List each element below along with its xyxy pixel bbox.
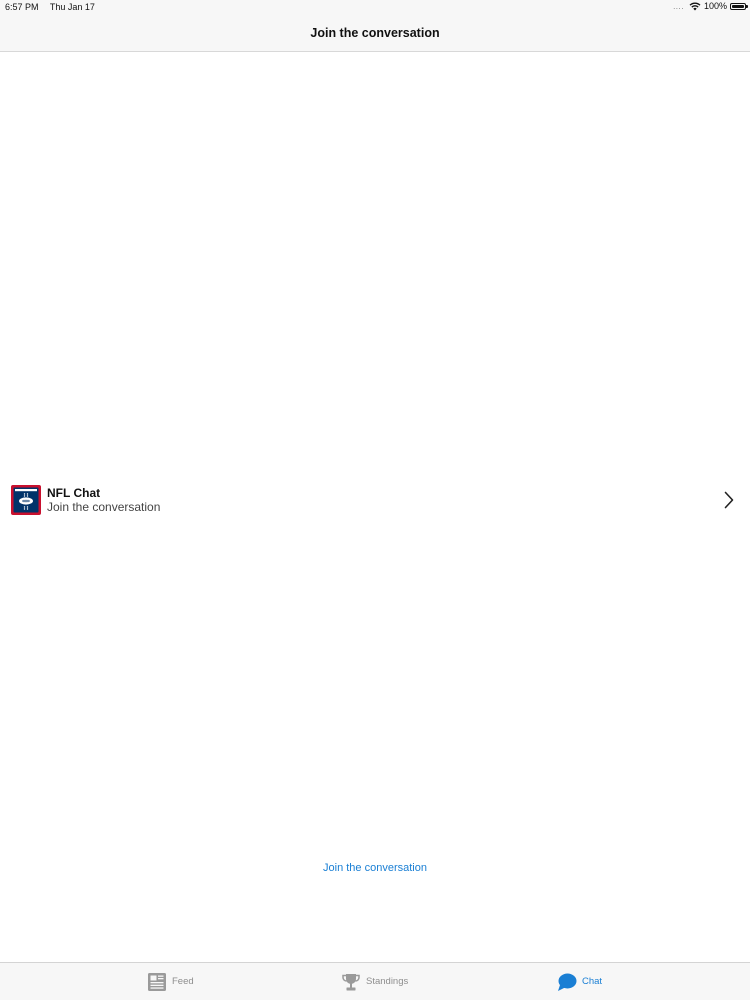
signal-icon: ....	[673, 1, 684, 11]
screen: 6:57 PM Thu Jan 17 .... 100% Join the co…	[0, 0, 750, 1000]
navigation-bar: Join the conversation	[0, 14, 750, 52]
status-bar: 6:57 PM Thu Jan 17 .... 100%	[0, 0, 750, 14]
list-item-title: NFL Chat	[47, 486, 101, 500]
chevron-right-icon	[724, 491, 734, 509]
battery-icon	[730, 2, 748, 10]
status-time: 6:57 PM	[5, 2, 39, 12]
list-item-nfl-chat[interactable]: NFL Chat Join the conversation	[0, 480, 750, 520]
status-left: 6:57 PM Thu Jan 17	[5, 2, 104, 12]
status-right: .... 100%	[673, 1, 748, 11]
tab-chat-label: Chat	[582, 976, 603, 987]
chat-bubble-icon	[558, 973, 577, 991]
newspaper-icon	[148, 972, 166, 991]
wifi-icon	[689, 2, 701, 10]
tab-standings[interactable]: Standings	[341, 963, 408, 1000]
tab-bar: Feed Standings Chat	[0, 962, 750, 1000]
page-title: Join the conversation	[310, 25, 440, 40]
battery-fill	[732, 4, 744, 8]
status-date: Thu Jan 17	[49, 2, 95, 12]
join-conversation-link[interactable]: Join the conversation	[0, 862, 750, 874]
list-item-subtitle: Join the conversation	[47, 500, 161, 514]
tab-chat[interactable]: Chat	[557, 963, 602, 1000]
tab-feed[interactable]: Feed	[147, 963, 194, 1000]
trophy-icon	[342, 973, 360, 990]
tab-standings-label: Standings	[366, 976, 409, 987]
tab-feed-label: Feed	[172, 976, 194, 987]
nfl-logo-icon	[11, 485, 41, 515]
battery-percent: 100%	[703, 1, 727, 11]
